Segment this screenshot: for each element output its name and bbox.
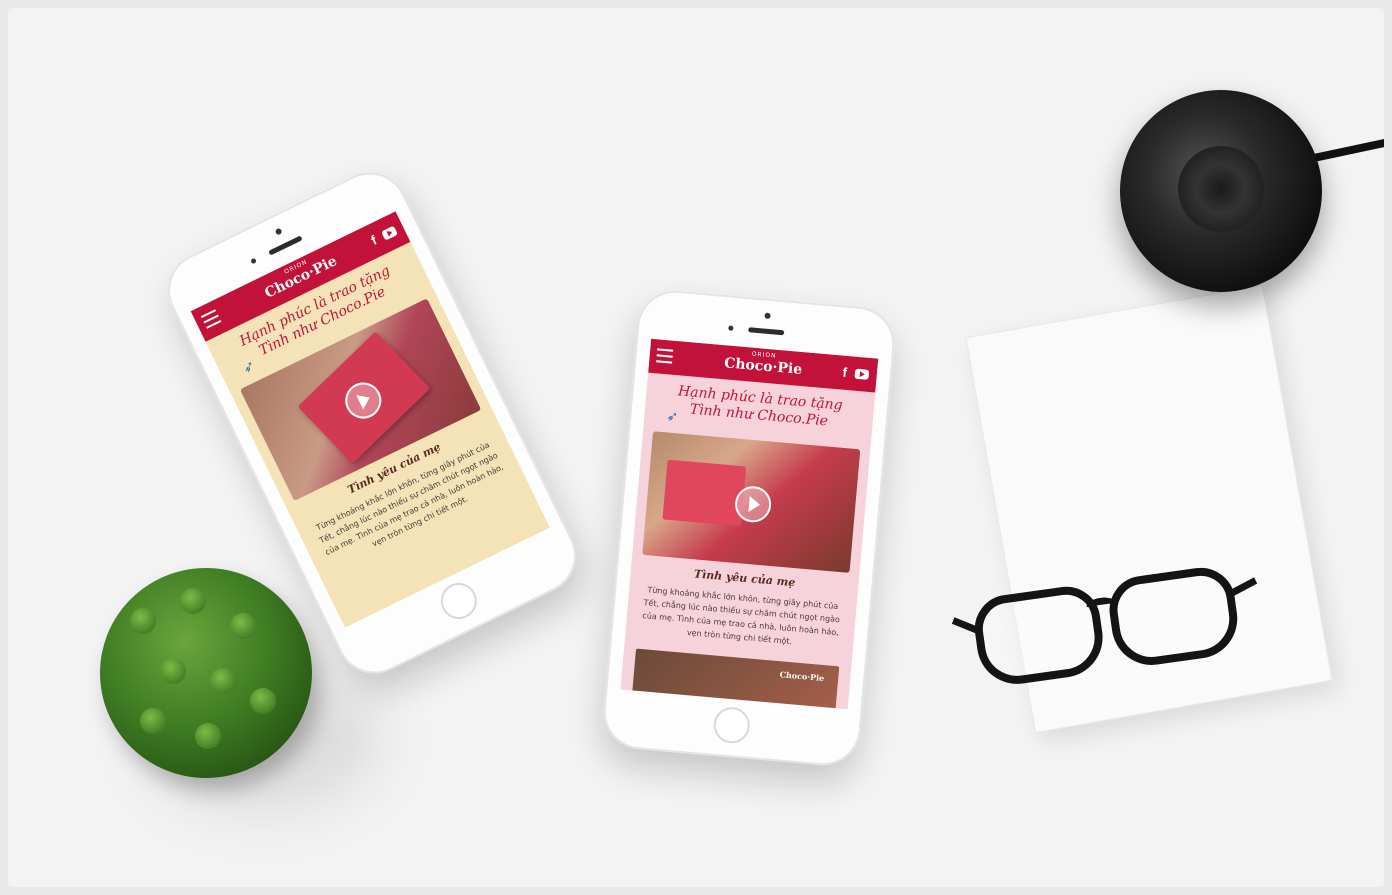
section-body: Từng khoảng khắc lớn khôn, từng giây phú… bbox=[642, 585, 841, 647]
earpiece-speaker bbox=[268, 235, 303, 256]
youtube-icon[interactable] bbox=[854, 368, 870, 380]
front-camera bbox=[764, 312, 771, 320]
video-thumbnail[interactable] bbox=[642, 431, 861, 573]
potted-plant bbox=[100, 568, 312, 778]
home-button[interactable] bbox=[712, 705, 752, 745]
thumbnail-brand: Choco·Pie bbox=[779, 669, 825, 684]
phone-center: ORION Choco·Pie f Hạnh phúc là trao tặng… bbox=[600, 287, 898, 769]
proximity-sensor bbox=[728, 325, 734, 331]
lamp-socket bbox=[1178, 146, 1264, 232]
leaf bbox=[160, 658, 186, 684]
leaf bbox=[140, 708, 166, 734]
facebook-icon[interactable]: f bbox=[842, 365, 848, 380]
leaf bbox=[180, 588, 206, 614]
leaf bbox=[250, 688, 276, 714]
photo-scene: ORION Choco·Pie f Hạnh phúc là trao tặng… bbox=[8, 8, 1384, 887]
front-camera bbox=[274, 227, 283, 236]
social-links: f bbox=[842, 365, 870, 381]
glasses-lens-right bbox=[1105, 563, 1243, 671]
leaf bbox=[210, 668, 236, 694]
second-video-thumbnail[interactable]: Choco·Pie bbox=[630, 648, 840, 710]
proximity-sensor bbox=[250, 257, 257, 265]
phone-screen: ORION Choco·Pie f Hạnh phúc là trao tặng… bbox=[190, 211, 550, 628]
glasses-lens-left bbox=[970, 582, 1108, 690]
leaf bbox=[130, 608, 156, 634]
leaf bbox=[195, 723, 221, 749]
leaf bbox=[230, 613, 256, 639]
earpiece-speaker bbox=[748, 327, 785, 336]
phone-screen: ORION Choco·Pie f Hạnh phúc là trao tặng… bbox=[620, 338, 879, 710]
swallow-icon: ➶ bbox=[665, 408, 679, 426]
gift-box bbox=[662, 459, 746, 527]
headline: Hạnh phúc là trao tặng Tình như Choco.Pi… bbox=[652, 381, 866, 433]
home-button[interactable] bbox=[434, 576, 483, 626]
